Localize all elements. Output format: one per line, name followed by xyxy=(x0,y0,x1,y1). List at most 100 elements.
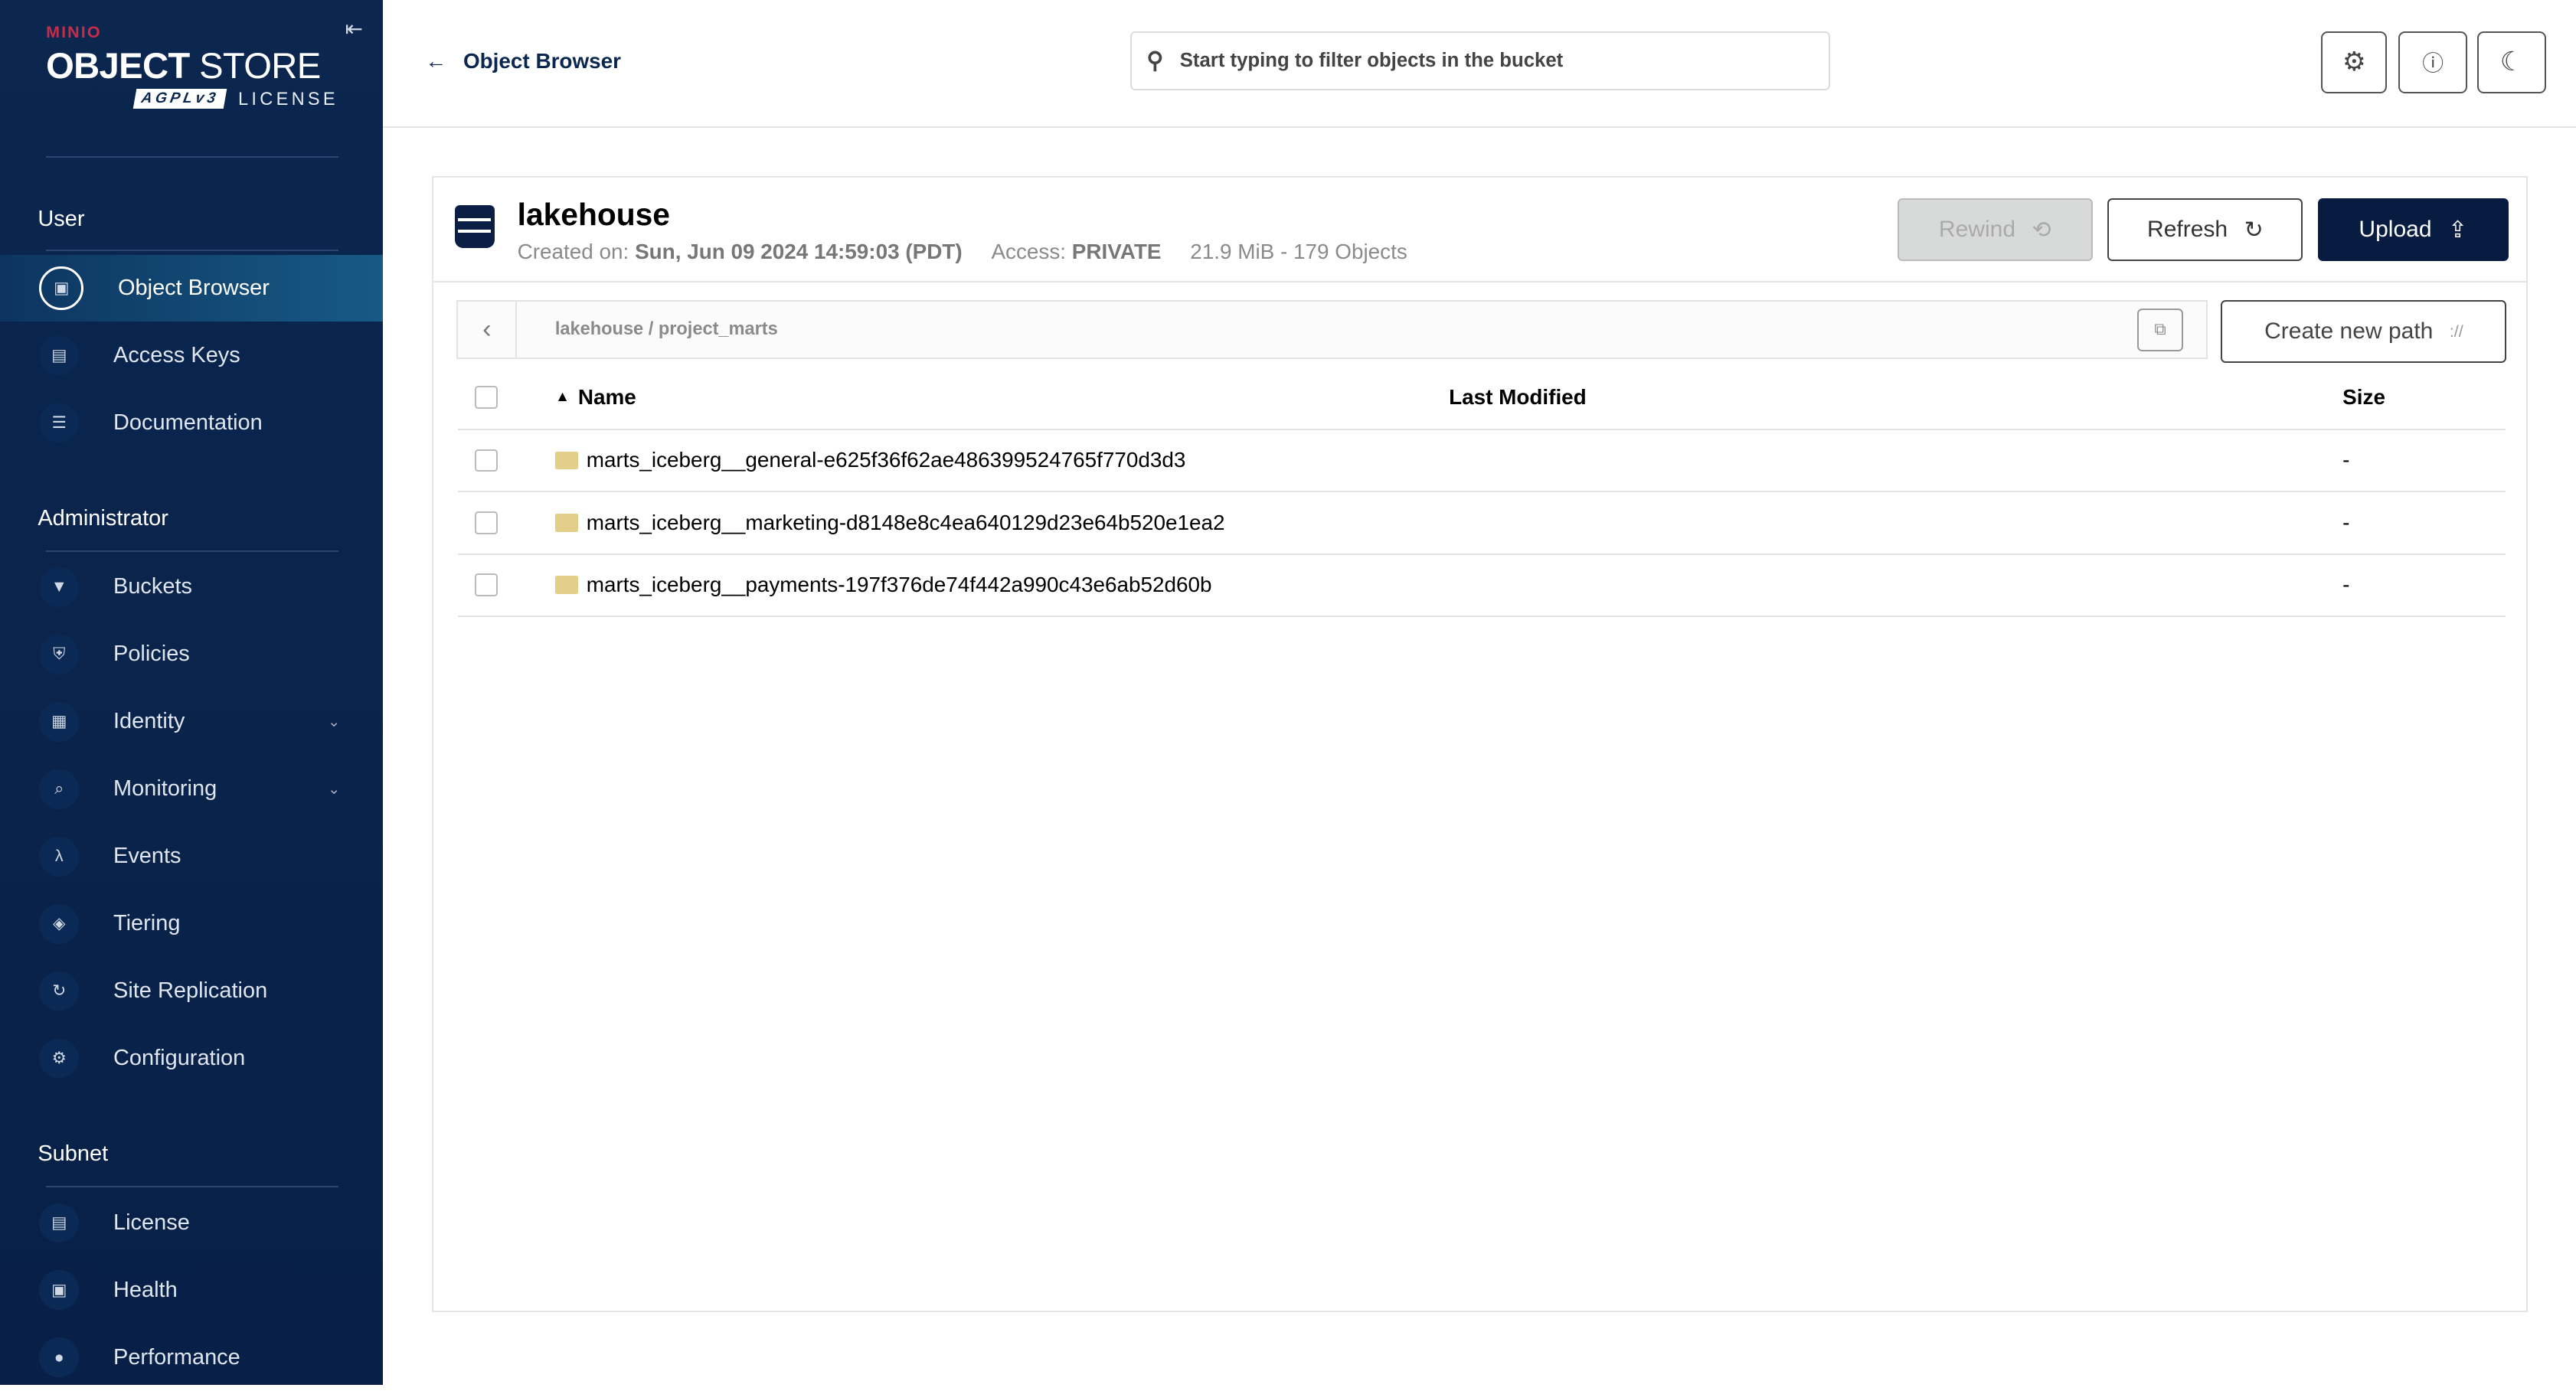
table-row[interactable]: marts_iceberg__payments-197f376de74f442a… xyxy=(458,555,2506,617)
upload-label: Upload xyxy=(2359,217,2432,243)
sidebar-item-buckets[interactable]: ▼ Buckets xyxy=(0,553,383,621)
row-checkbox[interactable] xyxy=(474,511,498,534)
upload-button[interactable]: Upload ⇪ xyxy=(2318,198,2509,261)
divider xyxy=(46,250,338,252)
sidebar-item-access-keys[interactable]: ▤ Access Keys xyxy=(0,322,383,389)
sidebar-item-object-browser[interactable]: ▣ Object Browser xyxy=(0,254,383,322)
rewind-button[interactable]: Rewind ⟲ xyxy=(1897,198,2093,261)
identity-icon: ▦ xyxy=(39,702,79,742)
monitoring-icon: ⌕ xyxy=(39,769,79,809)
access-value: PRIVATE xyxy=(1071,240,1162,264)
chevron-down-icon: ⌄ xyxy=(327,781,341,798)
bucket-panel: lakehouse Created on: Sun, Jun 09 2024 1… xyxy=(432,175,2529,1312)
breadcrumb[interactable]: lakehouse / project_marts xyxy=(555,318,778,339)
sidebar-item-label: Object Browser xyxy=(118,276,270,300)
object-size: - xyxy=(2342,448,2350,472)
chevron-left-icon[interactable]: ‹ xyxy=(458,302,518,358)
search-icon: ⚲ xyxy=(1146,47,1164,73)
create-path-label: Create new path xyxy=(2264,318,2434,344)
license-icon: ▤ xyxy=(39,1203,79,1242)
select-all-checkbox[interactable] xyxy=(474,386,498,409)
lambda-icon: λ xyxy=(39,837,79,877)
settings-button[interactable]: ⚙ xyxy=(2321,31,2387,93)
sidebar-item-license[interactable]: ▤ License xyxy=(0,1189,383,1256)
sidebar-item-label: Configuration xyxy=(113,1046,246,1071)
performance-icon: ● xyxy=(39,1337,79,1377)
object-size: - xyxy=(2342,510,2350,534)
minio-logo: MINIO OBJECT STORE AGPLv3 LICENSE xyxy=(46,23,338,122)
object-browser-icon: ▣ xyxy=(39,266,83,311)
back-to-object-browser[interactable]: ← Object Browser xyxy=(426,49,621,73)
sidebar-item-label: Tiering xyxy=(113,911,181,936)
bucket-usage: 21.9 MiB - 179 Objects xyxy=(1190,240,1407,264)
upload-icon: ⇪ xyxy=(2447,217,2468,243)
logo-brand: MINIO xyxy=(46,23,102,42)
help-icon: ⓘ xyxy=(2422,51,2444,76)
search-input[interactable]: ⚲ Start typing to filter objects in the b… xyxy=(1130,31,1830,90)
divider xyxy=(46,155,338,158)
column-name[interactable]: ▲ Name xyxy=(555,385,636,410)
chevron-down-icon: ⌄ xyxy=(327,713,341,730)
divider xyxy=(46,1185,338,1188)
access-keys-icon: ▤ xyxy=(39,335,79,376)
sidebar: MINIO OBJECT STORE AGPLv3 LICENSE ⇤ User … xyxy=(0,0,383,1385)
bucket-title: lakehouse xyxy=(517,197,670,233)
health-icon: ▣ xyxy=(39,1270,79,1310)
bucket-icon: ▼ xyxy=(39,567,79,607)
object-name[interactable]: marts_iceberg__marketing-d8148e8c4ea6401… xyxy=(587,511,1225,535)
gear-icon: ⚙ xyxy=(2342,47,2366,77)
sidebar-item-configuration[interactable]: ⚙ Configuration xyxy=(0,1025,383,1092)
access-label: Access: xyxy=(991,240,1067,264)
help-button[interactable]: ⓘ xyxy=(2398,31,2468,93)
documentation-icon: ☰ xyxy=(39,403,79,443)
folder-icon xyxy=(554,514,579,532)
search-placeholder: Start typing to filter objects in the bu… xyxy=(1179,49,1564,71)
section-user: User xyxy=(38,207,85,232)
sidebar-item-policies[interactable]: ⛨ Policies xyxy=(0,621,383,688)
created-label: Created on: xyxy=(517,240,629,264)
objects-table: ▲ Name Last Modified Size marts_iceberg__… xyxy=(458,366,2506,617)
arrow-left-icon: ← xyxy=(425,49,447,73)
sidebar-item-health[interactable]: ▣ Health xyxy=(0,1256,383,1324)
license-label: LICENSE xyxy=(238,88,338,109)
sidebar-item-performance[interactable]: ● Performance xyxy=(0,1324,383,1391)
row-checkbox[interactable] xyxy=(474,449,498,472)
sidebar-item-label: Documentation xyxy=(113,410,263,435)
column-size[interactable]: Size xyxy=(2342,385,2385,410)
refresh-label: Refresh xyxy=(2147,217,2228,243)
top-bar: ← Object Browser ⚲ Start typing to filter … xyxy=(382,0,2576,129)
replication-icon: ↻ xyxy=(39,971,79,1011)
table-row[interactable]: marts_iceberg__general-e625f36f62ae48639… xyxy=(458,430,2506,493)
sidebar-item-tiering[interactable]: ◈ Tiering xyxy=(0,890,383,958)
copy-path-button[interactable]: ⧉ xyxy=(2137,309,2183,351)
sidebar-item-label: License xyxy=(113,1210,190,1235)
sidebar-item-label: Events xyxy=(113,844,181,869)
dark-mode-button[interactable]: ☾ xyxy=(2477,31,2547,93)
folder-icon xyxy=(554,451,579,470)
refresh-button[interactable]: Refresh ↻ xyxy=(2107,198,2303,261)
sort-ascending-icon: ▲ xyxy=(554,389,570,406)
bucket-header: lakehouse Created on: Sun, Jun 09 2024 1… xyxy=(433,178,2527,282)
sidebar-item-identity[interactable]: ▦ Identity ⌄ xyxy=(0,688,383,756)
column-last-modified[interactable]: Last Modified xyxy=(1449,385,1587,410)
path-icon: :// xyxy=(2449,322,2463,341)
agpl-badge: AGPLv3 xyxy=(132,89,227,109)
sidebar-item-documentation[interactable]: ☰ Documentation xyxy=(0,389,383,456)
bucket-meta: Created on: Sun, Jun 09 2024 14:59:03 (P… xyxy=(518,240,1407,264)
sidebar-item-site-replication[interactable]: ↻ Site Replication xyxy=(0,958,383,1025)
created-value: Sun, Jun 09 2024 14:59:03 (PDT) xyxy=(635,240,963,264)
collapse-sidebar-icon[interactable]: ⇤ xyxy=(345,16,363,41)
object-name[interactable]: marts_iceberg__general-e625f36f62ae48639… xyxy=(587,448,1186,472)
history-icon: ⟲ xyxy=(2032,217,2051,243)
object-size: - xyxy=(2342,573,2350,597)
row-checkbox[interactable] xyxy=(474,573,498,597)
column-name-label: Name xyxy=(577,385,636,410)
sidebar-item-label: Site Replication xyxy=(113,978,268,1004)
sidebar-item-events[interactable]: λ Events xyxy=(0,823,383,890)
tiering-icon: ◈ xyxy=(39,904,79,944)
create-new-path-button[interactable]: Create new path :// xyxy=(2221,300,2507,363)
section-subnet: Subnet xyxy=(38,1141,109,1167)
table-row[interactable]: marts_iceberg__marketing-d8148e8c4ea6401… xyxy=(458,492,2506,555)
sidebar-item-monitoring[interactable]: ⌕ Monitoring ⌄ xyxy=(0,756,383,823)
object-name[interactable]: marts_iceberg__payments-197f376de74f442a… xyxy=(587,573,1212,597)
